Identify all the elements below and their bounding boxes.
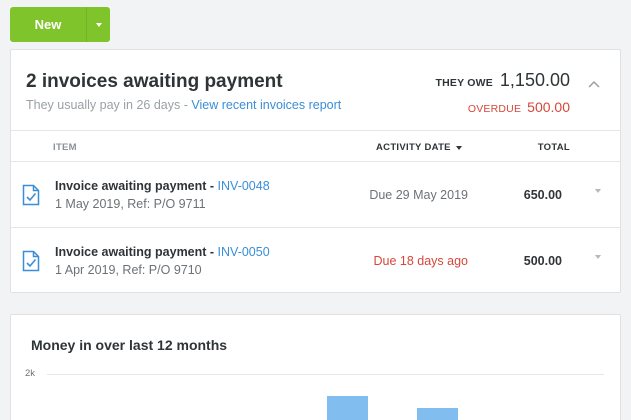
column-total: TOTAL bbox=[537, 142, 570, 153]
invoice-status-text: Invoice awaiting payment - bbox=[55, 179, 218, 193]
new-button[interactable]: New bbox=[10, 7, 110, 42]
invoice-total: 500.00 bbox=[523, 254, 562, 268]
money-in-title: Money in over last 12 months bbox=[31, 337, 228, 353]
invoice-title: Invoice awaiting payment - INV-0048 bbox=[55, 179, 270, 193]
column-item: ITEM bbox=[53, 142, 77, 153]
chevron-up-icon[interactable] bbox=[587, 78, 601, 92]
they-owe-label: THEY OWE bbox=[435, 77, 493, 89]
they-owe-amount: 1,150.00 bbox=[499, 70, 570, 90]
they-owe: THEY OWE 1,150.00 bbox=[436, 70, 571, 91]
sort-caret-icon bbox=[455, 145, 462, 150]
new-dropdown-toggle[interactable] bbox=[86, 7, 110, 42]
invoices-summary: 2 invoices awaiting payment They usually… bbox=[11, 50, 620, 130]
page-title: 2 invoices awaiting payment bbox=[26, 71, 283, 92]
usually-pay-text: They usually pay in 26 days bbox=[26, 98, 181, 112]
table-header: ITEM ACTIVITY DATE TOTAL bbox=[11, 130, 620, 162]
money-in-card: Money in over last 12 months 2k bbox=[10, 314, 621, 420]
overdue-label: OVERDUE bbox=[467, 103, 522, 115]
invoices-card: 2 invoices awaiting payment They usually… bbox=[10, 49, 621, 293]
column-activity-date[interactable]: ACTIVITY DATE bbox=[376, 142, 462, 153]
invoice-number-link[interactable]: INV-0050 bbox=[218, 245, 270, 259]
separator: - bbox=[183, 98, 188, 112]
table-row[interactable]: Invoice awaiting payment - INV-0048 1 Ma… bbox=[11, 162, 620, 228]
row-menu-caret-icon[interactable] bbox=[595, 255, 601, 259]
new-button-label: New bbox=[34, 17, 62, 32]
invoice-title: Invoice awaiting payment - INV-0050 bbox=[55, 245, 270, 259]
y-axis-tick: 2k bbox=[25, 368, 36, 379]
invoice-status-text: Invoice awaiting payment - bbox=[55, 245, 218, 259]
payment-info: They usually pay in 26 days - View recen… bbox=[26, 98, 341, 112]
overdue-amount: 500.00 bbox=[527, 99, 570, 115]
view-report-link[interactable]: View recent invoices report bbox=[191, 98, 341, 112]
invoice-document-icon bbox=[22, 184, 40, 206]
table-row[interactable]: Invoice awaiting payment - INV-0050 1 Ap… bbox=[11, 228, 620, 294]
invoice-detail: 1 May 2019, Ref: P/O 9711 bbox=[55, 197, 206, 211]
gridline bbox=[47, 374, 604, 375]
chart-bar[interactable] bbox=[417, 408, 458, 420]
chart-bar[interactable] bbox=[327, 396, 368, 420]
caret-down-icon bbox=[95, 22, 102, 27]
invoice-detail: 1 Apr 2019, Ref: P/O 9710 bbox=[55, 263, 202, 277]
invoice-number-link[interactable]: INV-0048 bbox=[218, 179, 270, 193]
invoice-total: 650.00 bbox=[523, 188, 562, 202]
column-activity-date-label: ACTIVITY DATE bbox=[376, 142, 451, 153]
overdue: OVERDUE 500.00 bbox=[468, 99, 570, 115]
activity-date: Due 18 days ago bbox=[373, 254, 468, 268]
invoice-document-icon bbox=[22, 250, 40, 272]
row-menu-caret-icon[interactable] bbox=[595, 189, 601, 193]
activity-date: Due 29 May 2019 bbox=[369, 188, 468, 202]
